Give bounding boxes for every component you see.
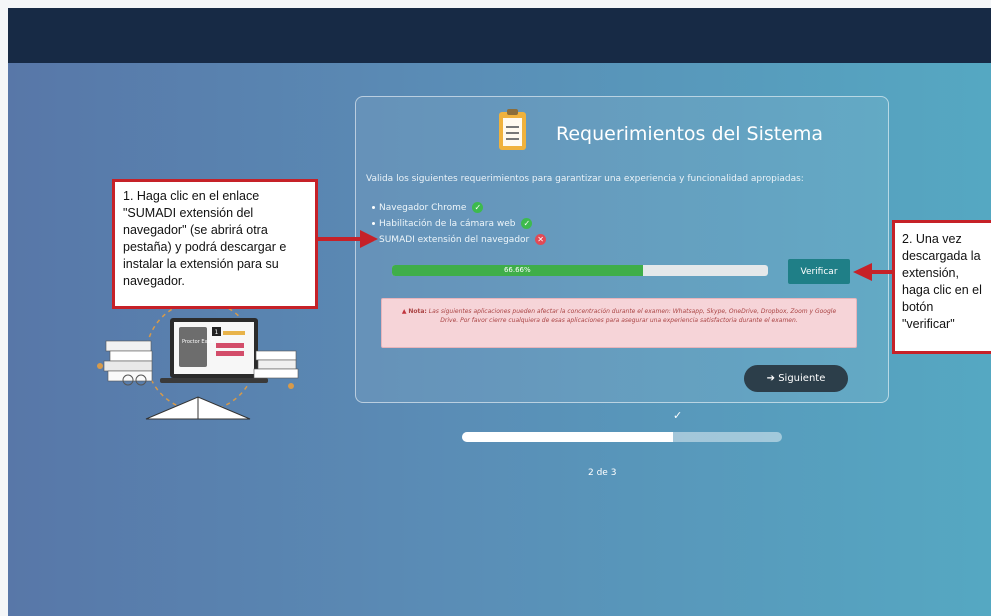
warning-box: ▲ Nota: Las siguientes aplicaciones pued… [381,298,857,348]
next-button[interactable]: ➔ Siguiente [744,365,848,392]
requirement-label: Navegador Chrome [379,203,467,213]
svg-text:1: 1 [215,329,219,336]
card-title: Requerimientos del Sistema [556,123,824,145]
warning-text: Las siguientes aplicaciones pueden afect… [428,308,837,324]
warning-label: Nota: [408,308,427,315]
steps-progress-bar [462,432,782,442]
error-circle-icon: ✕ [535,234,547,245]
screen-text: Proctor Exam [182,339,216,345]
clipboard-icon [499,109,526,150]
requirement-item: Habilitación de la cámara web ✓ [372,218,533,230]
checkmark-icon: ✓ [673,409,683,422]
check-circle-icon: ✓ [521,218,533,229]
requirements-progress-bar: 66.66% [392,265,768,276]
requirement-item: Navegador Chrome ✓ [372,202,484,214]
step-indicator: 2 de 3 [588,468,617,478]
requirement-item[interactable]: SUMADI extensión del navegador ✕ [372,234,547,246]
sumadi-extension-link[interactable]: SUMADI extensión del navegador [379,235,529,245]
requirements-card: Requerimientos del Sistema Valida los si… [355,96,889,403]
verify-button[interactable]: Verificar [788,259,850,284]
warning-icon: ▲ [401,308,407,315]
check-circle-icon: ✓ [472,202,484,213]
arrow-right-icon: ➔ [766,373,776,384]
requirements-intro: Valida los siguientes requerimientos par… [366,174,804,184]
annotation-step-2: 2. Una vez descargada la extensión, haga… [892,220,991,354]
steps-progress-fill [462,432,674,442]
annotation-step-1: 1. Haga clic en el enlace "SUMADI extens… [112,179,318,309]
page: Proctor Exam 1 Requerimientos del Sistem… [8,8,991,616]
top-navigation-bar [8,8,991,63]
progress-fill: 66.66% [392,265,643,276]
exam-illustration: Proctor Exam 1 [97,301,299,420]
next-label: Siguiente [778,373,826,384]
requirement-label: Habilitación de la cámara web [379,219,516,229]
